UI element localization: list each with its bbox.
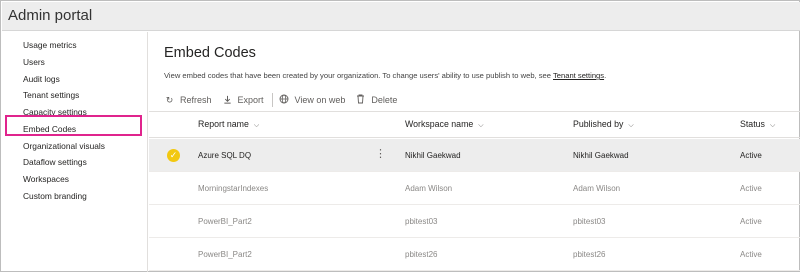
cell-status: Active xyxy=(740,151,762,160)
export-label: Export xyxy=(237,95,264,105)
cell-report-name: MorningstarIndexes xyxy=(198,184,269,193)
sidebar-nav: Usage metrics Users Audit logs Tenant se… xyxy=(2,32,148,272)
chevron-down-icon: ⌵ xyxy=(628,122,634,129)
refresh-button[interactable]: ↻ Refresh xyxy=(164,95,212,106)
cell-status: Active xyxy=(740,250,762,259)
table-row[interactable]: PowerBI_Part2 pbitest26 pbitest26 Active xyxy=(149,238,800,271)
sidebar-item-workspaces[interactable]: Workspaces xyxy=(23,174,69,184)
description-end: . xyxy=(604,71,607,80)
column-header-report-name[interactable]: Report name ⌵ xyxy=(198,119,259,130)
cell-published-by: pbitest26 xyxy=(573,250,606,259)
sidebar-item-custom-branding[interactable]: Custom branding xyxy=(23,191,87,201)
admin-portal-window: Admin portal Usage metrics Users Audit l… xyxy=(0,0,800,272)
sidebar-item-organizational-visuals[interactable]: Organizational visuals xyxy=(23,141,105,151)
cell-workspace-name: pbitest03 xyxy=(405,217,438,226)
refresh-label: Refresh xyxy=(180,95,212,105)
column-header-published-by[interactable]: Published by ⌵ xyxy=(573,119,634,130)
delete-label: Delete xyxy=(371,95,398,105)
cell-report-name: Azure SQL DQ xyxy=(198,151,252,160)
sidebar-item-usage-metrics[interactable]: Usage metrics xyxy=(23,40,77,50)
description-text: View embed codes that have been created … xyxy=(164,71,553,80)
cell-published-by: Adam Wilson xyxy=(573,184,621,193)
chevron-down-icon: ⌵ xyxy=(253,122,260,129)
cell-report-name: PowerBI_Part2 xyxy=(198,250,252,259)
export-button[interactable]: Export xyxy=(222,95,264,106)
cell-workspace-name: pbitest26 xyxy=(405,250,438,259)
more-vertical-icon[interactable]: ⋮ xyxy=(375,147,386,160)
cell-published-by: Nikhil Gaekwad xyxy=(573,151,629,160)
delete-button[interactable]: Delete xyxy=(355,94,397,106)
sidebar-item-users[interactable]: Users xyxy=(23,57,45,67)
tenant-settings-link[interactable]: Tenant settings xyxy=(553,71,604,80)
main-content: Embed Codes View embed codes that have b… xyxy=(149,32,800,272)
sidebar-item-dataflow-settings[interactable]: Dataflow settings xyxy=(23,157,87,167)
checkmark-circle-icon[interactable]: ✓ xyxy=(167,149,180,162)
embed-codes-highlight-box xyxy=(5,115,142,136)
cell-published-by: pbitest03 xyxy=(573,217,606,226)
column-header-workspace-name[interactable]: Workspace name ⌵ xyxy=(405,119,484,130)
cell-report-name: PowerBI_Part2 xyxy=(198,217,252,226)
cell-status: Active xyxy=(740,217,762,226)
toolbar: ↻ Refresh Export View on web Delete xyxy=(164,93,407,107)
top-bar: Admin portal xyxy=(2,2,800,31)
refresh-icon: ↻ xyxy=(165,94,174,105)
app-title: Admin portal xyxy=(8,7,93,24)
chevron-down-icon: ⌵ xyxy=(478,122,484,129)
table-row[interactable]: MorningstarIndexes Adam Wilson Adam Wils… xyxy=(149,172,800,205)
table-header: Report name ⌵ Workspace name ⌵ Published b… xyxy=(149,111,800,138)
table-row[interactable]: PowerBI_Part2 pbitest03 pbitest03 Active xyxy=(149,205,800,238)
chevron-down-icon: ⌵ xyxy=(769,122,776,129)
view-on-web-button[interactable]: View on web xyxy=(279,94,346,106)
download-icon xyxy=(222,95,233,106)
table-row[interactable]: ✓ Azure SQL DQ ⋮ Nikhil Gaekwad Nikhil G… xyxy=(149,139,800,172)
page-description: View embed codes that have been created … xyxy=(164,71,606,80)
cell-status: Active xyxy=(740,184,762,193)
page-title: Embed Codes xyxy=(164,45,256,61)
sidebar-item-tenant-settings[interactable]: Tenant settings xyxy=(23,90,79,100)
cell-workspace-name: Adam Wilson xyxy=(405,184,453,193)
trash-icon xyxy=(355,94,366,106)
sidebar-item-audit-logs[interactable]: Audit logs xyxy=(23,74,60,84)
cell-workspace-name: Nikhil Gaekwad xyxy=(405,151,461,160)
view-on-web-label: View on web xyxy=(294,95,346,105)
column-header-status[interactable]: Status ⌵ xyxy=(740,119,775,130)
globe-icon xyxy=(279,94,290,106)
toolbar-separator xyxy=(271,93,273,107)
